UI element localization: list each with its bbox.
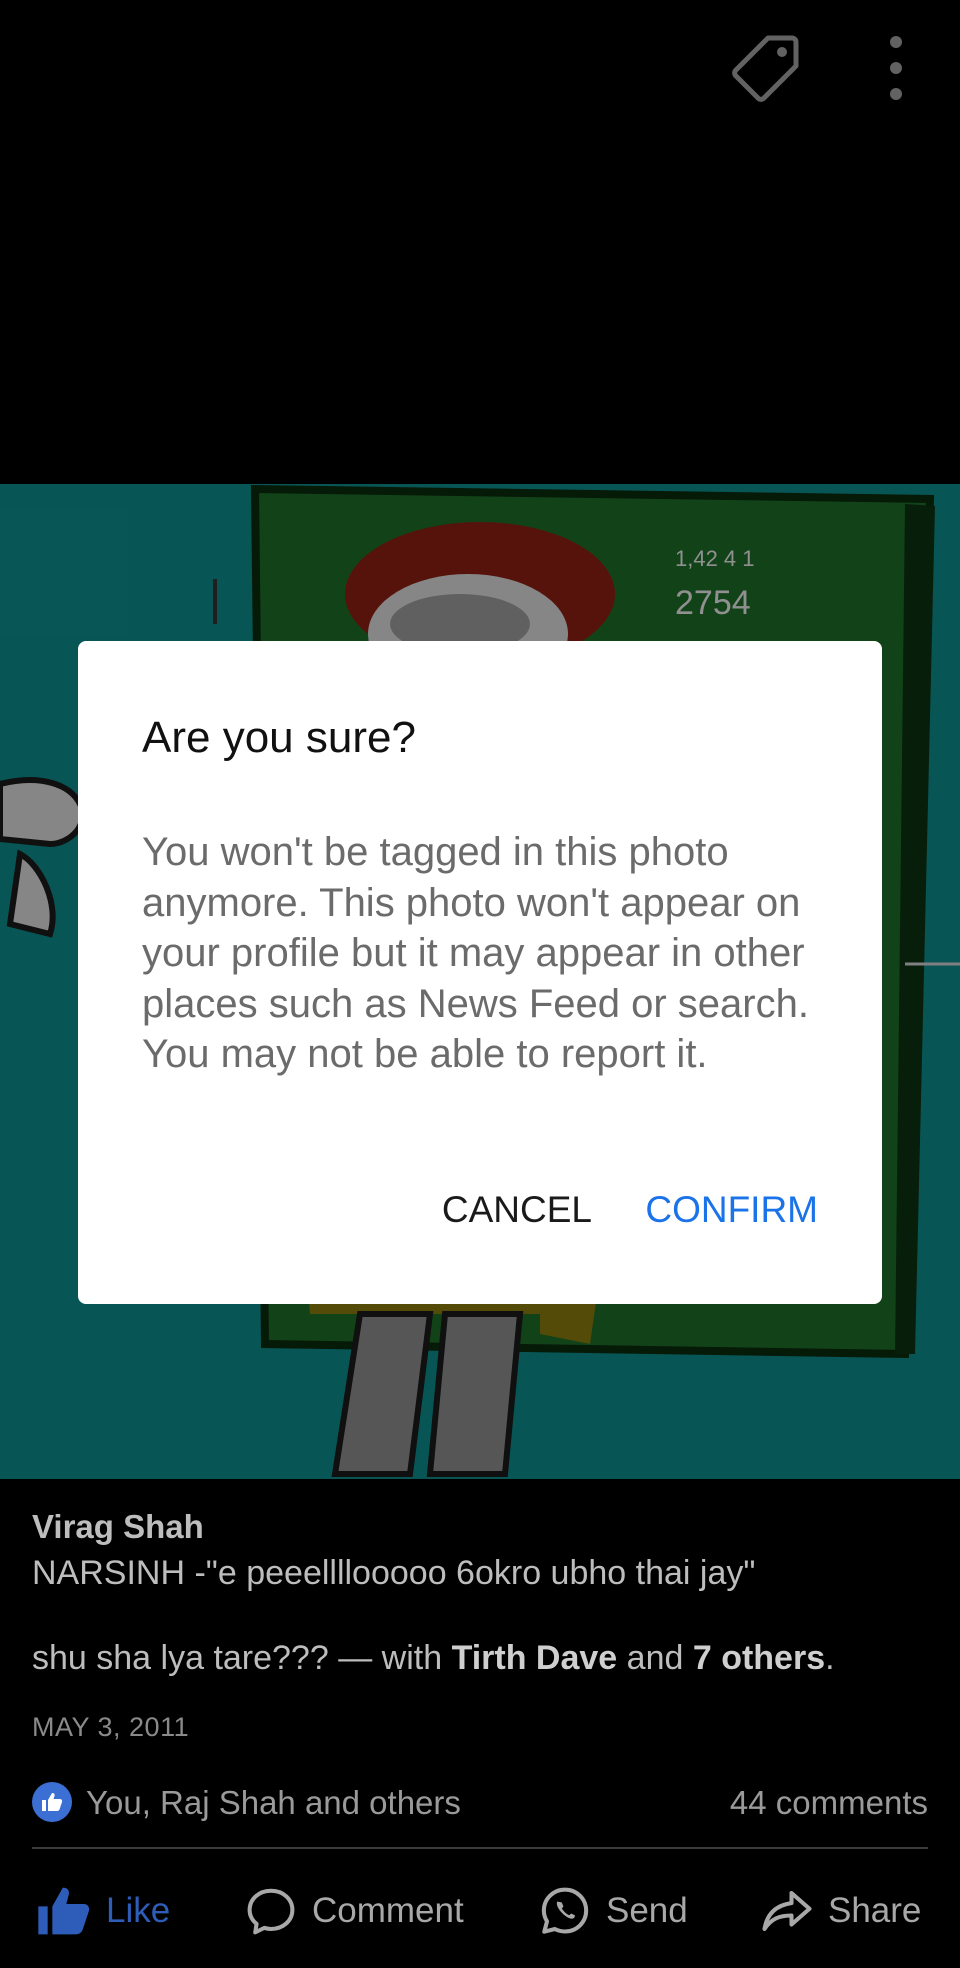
comment-bubble-icon xyxy=(247,1888,295,1935)
tagged-person-link[interactable]: Tirth Dave xyxy=(452,1639,618,1677)
cancel-button[interactable]: CANCEL xyxy=(442,1189,592,1231)
post-action-bar: Like Comment Send Share xyxy=(0,1878,960,1944)
thumbs-up-icon xyxy=(38,1887,90,1935)
dialog-title: Are you sure? xyxy=(142,713,416,762)
whatsapp-icon xyxy=(541,1887,589,1934)
share-button[interactable]: Share xyxy=(760,1878,921,1944)
confirm-button[interactable]: CONFIRM xyxy=(645,1189,818,1231)
send-button[interactable]: Send xyxy=(538,1878,688,1944)
comments-count[interactable]: 44 comments xyxy=(730,1784,928,1822)
author-name[interactable]: Virag Shah xyxy=(32,1508,928,1546)
divider xyxy=(32,1847,928,1849)
share-label: Share xyxy=(828,1891,922,1930)
caption-and: and xyxy=(617,1639,693,1677)
like-reaction-icon xyxy=(32,1782,72,1822)
reactions-summary[interactable]: You, Raj Shah and others xyxy=(86,1784,461,1822)
caption-prefix: shu sha lya tare??? — with xyxy=(32,1639,452,1677)
comment-label: Comment xyxy=(312,1891,464,1930)
confirm-untag-dialog: Are you sure? You won't be tagged in thi… xyxy=(78,641,882,1304)
reactions-row: You, Raj Shah and others 44 comments xyxy=(32,1780,928,1828)
dialog-message: You won't be tagged in this photo anymor… xyxy=(142,830,809,1076)
like-label: Like xyxy=(106,1891,171,1930)
caption-period: . xyxy=(825,1639,835,1677)
caption-text-line1: NARSINH -"e peeellllooooo 6okro ubho tha… xyxy=(32,1554,756,1592)
others-link[interactable]: 7 others xyxy=(693,1639,825,1677)
caption-text-line2: shu sha lya tare??? — with Tirth Dave an… xyxy=(32,1639,928,1678)
post-date: MAY 3, 2011 xyxy=(32,1712,190,1742)
share-arrow-icon xyxy=(762,1890,812,1932)
comment-button[interactable]: Comment xyxy=(244,1878,464,1944)
send-label: Send xyxy=(606,1891,688,1930)
like-button[interactable]: Like xyxy=(36,1878,170,1944)
post-caption: Virag Shah NARSINH -"e peeellllooooo 6ok… xyxy=(32,1508,928,1743)
